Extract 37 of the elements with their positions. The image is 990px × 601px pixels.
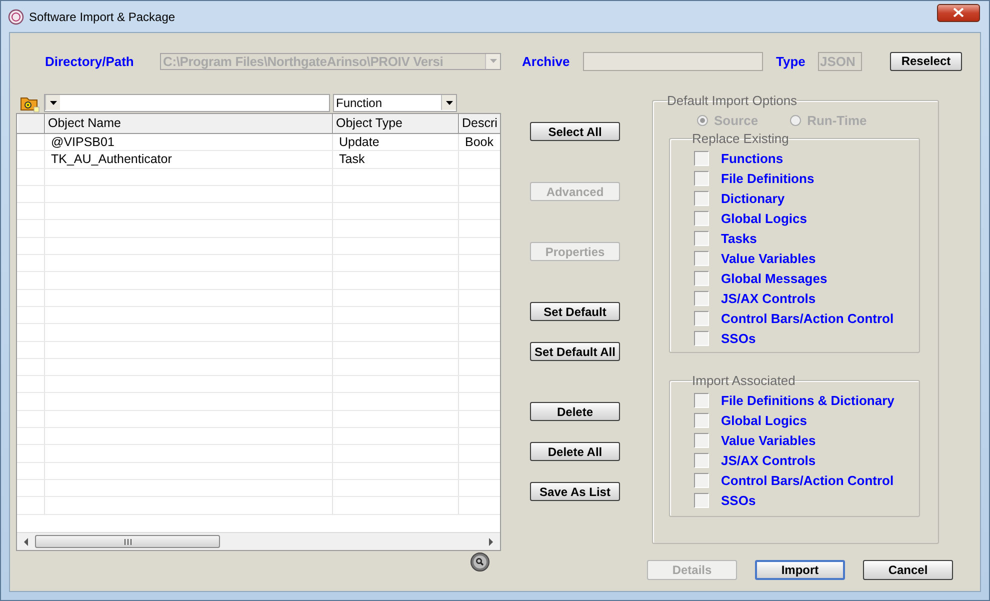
window-title: Software Import & Package bbox=[29, 10, 176, 24]
scroll-right-icon[interactable] bbox=[488, 538, 494, 546]
search-icon[interactable] bbox=[470, 552, 490, 572]
dropdown-arrow-icon[interactable] bbox=[446, 100, 452, 104]
group-title: Replace Existing bbox=[692, 131, 789, 146]
action-button[interactable]: Set Default bbox=[530, 302, 620, 321]
reselect-button[interactable]: Reselect bbox=[890, 52, 962, 70]
grip-icon bbox=[124, 538, 132, 544]
group-title: Import Associated bbox=[692, 373, 796, 388]
archive-field[interactable] bbox=[583, 52, 763, 70]
app-logo-icon bbox=[8, 8, 24, 24]
action-button[interactable]: Save As List bbox=[530, 482, 620, 501]
action-button[interactable]: Delete bbox=[530, 402, 620, 421]
scroll-left-icon[interactable] bbox=[23, 538, 29, 546]
dialog-button[interactable]: Import bbox=[755, 560, 845, 580]
action-button[interactable]: Delete All bbox=[530, 442, 620, 461]
folder-gear-icon[interactable] bbox=[20, 94, 40, 112]
action-button[interactable]: Set Default All bbox=[530, 342, 620, 361]
close-button[interactable] bbox=[937, 4, 980, 22]
group-title: Default Import Options bbox=[667, 93, 798, 108]
dialog-button[interactable]: Cancel bbox=[863, 560, 953, 580]
action-button[interactable]: Select All bbox=[530, 122, 620, 141]
type-label: Type bbox=[776, 54, 806, 68]
archive-label: Archive bbox=[522, 54, 571, 68]
column-header[interactable]: Descri bbox=[459, 114, 500, 133]
table-cell: Task bbox=[333, 151, 459, 168]
type-filter-dropdown[interactable]: Function bbox=[333, 94, 457, 112]
column-header[interactable]: Object Name bbox=[45, 114, 333, 133]
table-cell: Update bbox=[333, 134, 459, 150]
table-cell: TK_AU_Authenticator bbox=[45, 151, 333, 168]
directory-label: Directory/Path bbox=[45, 54, 135, 68]
dropdown-arrow-icon[interactable] bbox=[50, 100, 56, 104]
column-header[interactable]: Object Type bbox=[333, 114, 459, 133]
table-cell: @VIPSB01 bbox=[45, 134, 333, 150]
table-cell-text: Book bbox=[464, 134, 494, 150]
horizontal-scrollbar[interactable] bbox=[17, 532, 500, 550]
close-icon bbox=[953, 8, 964, 17]
